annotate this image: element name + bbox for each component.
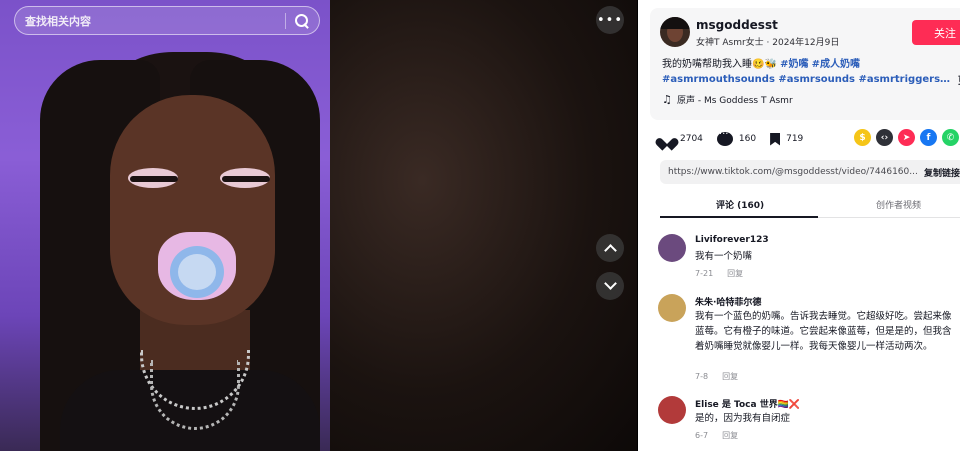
description-text: 我的奶嘴帮助我入睡🥴🐝 [662, 59, 777, 70]
comment-meta: 7-21 回复 [695, 268, 743, 279]
video-subject-lash-left [130, 176, 178, 182]
embed-icon[interactable]: ‹› [876, 129, 893, 146]
video-blur-background [330, 0, 637, 451]
follow-button[interactable]: 关注 [912, 20, 960, 45]
share-link-text[interactable]: https://www.tiktok.com/@msgoddesst/video… [660, 167, 924, 177]
comment-username[interactable]: 朱朱·哈特菲尔德 [695, 295, 761, 308]
comment-date: 7-21 [695, 269, 714, 278]
comment-icon [716, 129, 733, 146]
comment-avatar[interactable] [658, 294, 686, 322]
music-note-icon: ♫ [662, 93, 672, 106]
reply-button[interactable]: 回复 [722, 372, 738, 381]
send-icon[interactable]: ➤ [898, 129, 915, 146]
previous-video-button[interactable] [596, 234, 624, 262]
more-options-button[interactable]: ••• [596, 6, 624, 34]
like-button[interactable]: 2704 [660, 133, 703, 146]
reply-button[interactable]: 回复 [722, 431, 738, 440]
copy-link-button[interactable]: 复制链接 [924, 166, 960, 179]
author-avatar[interactable] [660, 17, 690, 47]
search-icon[interactable] [295, 13, 309, 28]
comment-text: 是的，因为我有自闭症 [695, 413, 791, 424]
hashtag[interactable]: #奶嘴 [780, 59, 808, 70]
comment-username[interactable]: Elise 是 Toca 世界🏳️‍🌈❌ [695, 397, 800, 410]
hashtag[interactable]: #成人奶嘴 [812, 59, 860, 70]
comment-username[interactable]: Liviforever123 [695, 235, 769, 245]
post-description: 我的奶嘴帮助我入睡🥴🐝 #奶嘴 #成人奶嘴 [662, 57, 958, 72]
hashtag-list[interactable]: #asmrmouthsounds #asmrsounds #asmrtrigge… [662, 74, 950, 85]
tab-creator-videos[interactable]: 创作者视频 [876, 198, 921, 211]
search-divider [285, 12, 286, 29]
share-icons: $ ‹› ➤ f ✆ [854, 129, 960, 146]
chevron-up-icon [603, 244, 617, 257]
save-button[interactable]: 719 [770, 132, 804, 146]
comment-text: 我有一个奶嘴 [695, 251, 753, 262]
next-video-button[interactable] [596, 272, 624, 300]
whatsapp-icon[interactable]: ✆ [942, 129, 959, 146]
like-count: 2704 [680, 134, 703, 144]
video-frame[interactable] [0, 0, 330, 451]
comment-text: 我有一个蓝色的奶嘴。告诉我去睡觉。它超级好吃。尝起来像蓝莓。它有橙子的味道。它尝… [695, 311, 952, 352]
video-pacifier-ring [170, 246, 224, 298]
bookmark-icon [770, 132, 781, 146]
search-placeholder[interactable]: 查找相关内容 [25, 13, 285, 29]
comment-avatar[interactable] [658, 396, 686, 424]
panel-tabs: 评论 (160) 创作者视频 [660, 192, 960, 218]
comment-avatar[interactable] [658, 234, 686, 262]
chevron-down-icon [603, 277, 617, 290]
author-subtitle: 女神T Asmr女士 · 2024年12月9日 [696, 38, 840, 48]
comment-date: 7-8 [695, 372, 709, 381]
share-link-box: https://www.tiktok.com/@msgoddesst/video… [660, 160, 960, 184]
coin-icon[interactable]: $ [854, 129, 871, 146]
search-input[interactable]: 查找相关内容 [14, 6, 320, 35]
author-username[interactable]: msgoddesst [696, 18, 778, 32]
tab-comments[interactable]: 评论 (160) [716, 198, 764, 211]
post-hashtags: #asmrmouthsounds #asmrsounds #asmrtrigge… [662, 72, 958, 87]
comment-meta: 7-8 回复 [695, 371, 738, 382]
video-subject-lash-right [222, 176, 270, 182]
active-tab-indicator [660, 216, 818, 218]
comment-button[interactable]: 160 [716, 129, 757, 146]
music-title[interactable]: 原声 - Ms Goddess T Asmr [677, 93, 793, 106]
engagement-bar: 2704 160 719 [660, 129, 817, 148]
video-player[interactable]: 查找相关内容 ••• [0, 0, 637, 451]
comment-count: 160 [738, 134, 757, 144]
more-icon: ••• [596, 12, 623, 28]
comment-date: 6-7 [695, 431, 709, 440]
info-panel: msgoddesst 女神T Asmr女士 · 2024年12月9日 关注 我的… [638, 0, 960, 451]
heart-icon [660, 133, 674, 146]
save-count: 719 [786, 134, 804, 144]
comment-meta: 6-7 回复 [695, 430, 738, 441]
facebook-icon[interactable]: f [920, 129, 937, 146]
reply-button[interactable]: 回复 [727, 269, 743, 278]
